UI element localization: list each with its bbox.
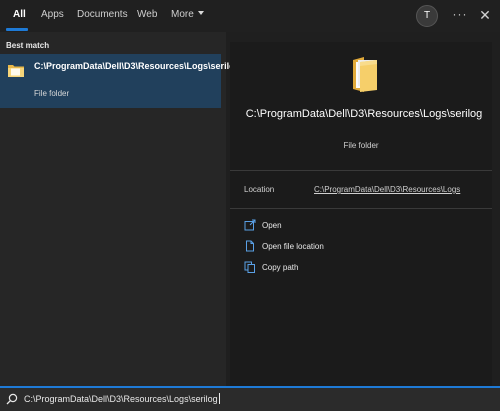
more-options-button[interactable]: ··· [450, 7, 470, 25]
divider [230, 170, 492, 171]
open-file-location-label: Open file location [262, 242, 324, 251]
tab-more-label: More [171, 9, 194, 20]
open-action[interactable]: Open [244, 219, 364, 235]
tab-apps[interactable]: Apps [41, 0, 64, 32]
close-icon[interactable]: ✕ [476, 7, 494, 25]
section-title-best-match: Best match [6, 41, 50, 50]
file-location-icon [246, 240, 254, 252]
location-label: Location [244, 185, 275, 194]
copy-icon [244, 261, 255, 273]
best-match-title: C:\ProgramData\Dell\D3\Resources\Logs\se… [34, 61, 241, 71]
avatar[interactable]: T [416, 5, 438, 27]
tab-more[interactable]: More [171, 0, 204, 32]
copy-path-label: Copy path [262, 263, 299, 272]
detail-subtitle: File folder [343, 141, 379, 150]
search-tabs-bar: All Apps Documents Web More T ··· ✕ [0, 0, 500, 32]
details-pane: C:\ProgramData\Dell\D3\Resources\Logs\se… [230, 42, 492, 386]
detail-title: C:\ProgramData\Dell\D3\Resources\Logs\se… [245, 108, 483, 120]
tab-web[interactable]: Web [137, 0, 157, 32]
chevron-down-icon [197, 11, 204, 15]
folder-icon [8, 65, 24, 77]
search-input[interactable]: C:\ProgramData\Dell\D3\Resources\Logs\se… [24, 393, 220, 404]
search-bar[interactable]: C:\ProgramData\Dell\D3\Resources\Logs\se… [0, 386, 500, 411]
copy-path-action[interactable]: Copy path [244, 261, 364, 277]
folder-icon [353, 57, 377, 92]
open-icon [244, 219, 256, 231]
open-label: Open [262, 221, 282, 230]
results-pane: Best match C:\ProgramData\Dell\D3\Resour… [0, 32, 241, 386]
location-link[interactable]: C:\ProgramData\Dell\D3\Resources\Logs [314, 185, 460, 194]
open-file-location-action[interactable]: Open file location [244, 240, 364, 256]
search-icon [6, 393, 18, 405]
tab-documents[interactable]: Documents [77, 0, 128, 32]
best-match-subtitle: File folder [34, 89, 70, 98]
best-match-result[interactable]: C:\ProgramData\Dell\D3\Resources\Logs\se… [0, 54, 241, 108]
divider [230, 208, 492, 209]
text-cursor [218, 393, 220, 404]
search-input-value: C:\ProgramData\Dell\D3\Resources\Logs\se… [24, 394, 218, 404]
active-tab-indicator [6, 28, 28, 31]
